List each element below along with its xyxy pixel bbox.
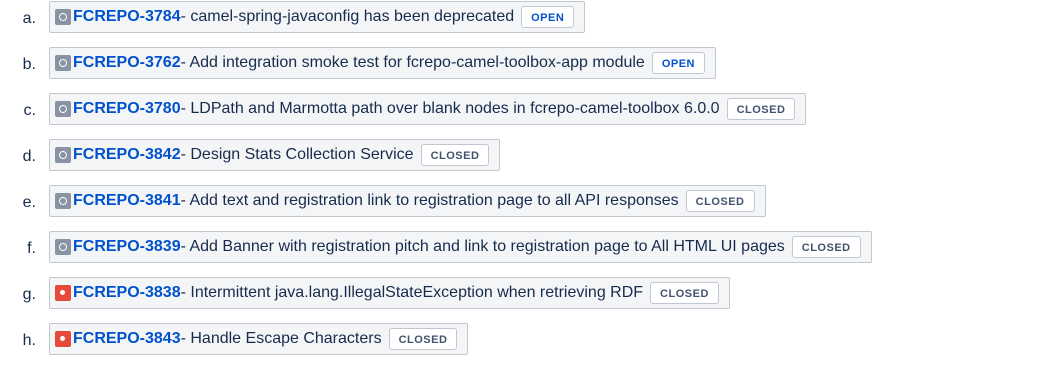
jira-issue-macro[interactable]: FCREPO-3842 - Design Stats Collection Se… — [49, 139, 501, 171]
jira-issue-macro[interactable]: FCREPO-3838 - Intermittent java.lang.Ill… — [49, 277, 730, 309]
issue-type-icon — [55, 9, 71, 25]
issue-type-icon — [55, 101, 71, 117]
issue-type-icon — [55, 331, 71, 347]
issue-key-link[interactable]: FCREPO-3780 — [73, 100, 181, 118]
issue-type-icon — [55, 193, 71, 209]
list-marker: e. — [22, 194, 36, 211]
issue-key-link[interactable]: FCREPO-3762 — [73, 54, 181, 72]
issue-key-link[interactable]: FCREPO-3843 — [73, 330, 181, 348]
jira-issue-macro[interactable]: FCREPO-3839 - Add Banner with registrati… — [49, 231, 872, 263]
issue-summary: - Add Banner with registration pitch and… — [180, 238, 785, 255]
jira-issue-macro[interactable]: FCREPO-3762 - Add integration smoke test… — [49, 47, 717, 79]
issue-key-link[interactable]: FCREPO-3784 — [73, 8, 181, 26]
issue-summary: - Design Stats Collection Service — [180, 146, 414, 163]
status-badge: CLOSED — [685, 190, 755, 212]
list-marker: c. — [23, 102, 36, 119]
jira-issue-macro[interactable]: FCREPO-3841 - Add text and registration … — [49, 185, 766, 217]
issue-summary: - Intermittent java.lang.IllegalStateExc… — [180, 284, 644, 301]
issue-summary: - camel-spring-javaconfig has been depre… — [180, 8, 515, 25]
jira-issue-macro[interactable]: FCREPO-3780 - LDPath and Marmotta path o… — [49, 93, 807, 125]
list-marker: g. — [22, 286, 36, 303]
list-marker: f. — [27, 240, 36, 257]
status-badge: CLOSED — [726, 98, 796, 120]
issue-type-icon — [55, 239, 71, 255]
status-badge: OPEN — [651, 52, 706, 74]
status-badge: CLOSED — [650, 282, 719, 304]
status-badge: CLOSED — [420, 144, 490, 166]
issue-summary: - Handle Escape Characters — [180, 330, 382, 347]
issue-type-icon — [55, 55, 71, 71]
issue-summary: - Add text and registration link to regi… — [180, 192, 679, 209]
status-badge: CLOSED — [791, 236, 861, 258]
status-badge: CLOSED — [388, 328, 458, 350]
issue-summary: - Add integration smoke test for fcrepo-… — [180, 54, 645, 71]
issue-key-link[interactable]: FCREPO-3838 — [73, 284, 181, 302]
list-marker: d. — [22, 148, 36, 165]
list-marker: b. — [22, 56, 36, 73]
issue-key-link[interactable]: FCREPO-3842 — [73, 146, 181, 164]
issue-type-icon — [55, 147, 71, 163]
issue-key-link[interactable]: FCREPO-3841 — [73, 192, 181, 210]
list-marker: a. — [22, 10, 36, 27]
status-badge: OPEN — [521, 6, 575, 28]
jira-issue-macro[interactable]: FCREPO-3784 - camel-spring-javaconfig ha… — [49, 1, 586, 33]
issue-key-link[interactable]: FCREPO-3839 — [73, 238, 181, 256]
issue-type-icon — [55, 285, 71, 301]
jira-issue-macro[interactable]: FCREPO-3843 - Handle Escape Characters CL… — [49, 323, 469, 355]
list-marker: h. — [22, 332, 36, 349]
issue-summary: - LDPath and Marmotta path over blank no… — [180, 100, 720, 117]
